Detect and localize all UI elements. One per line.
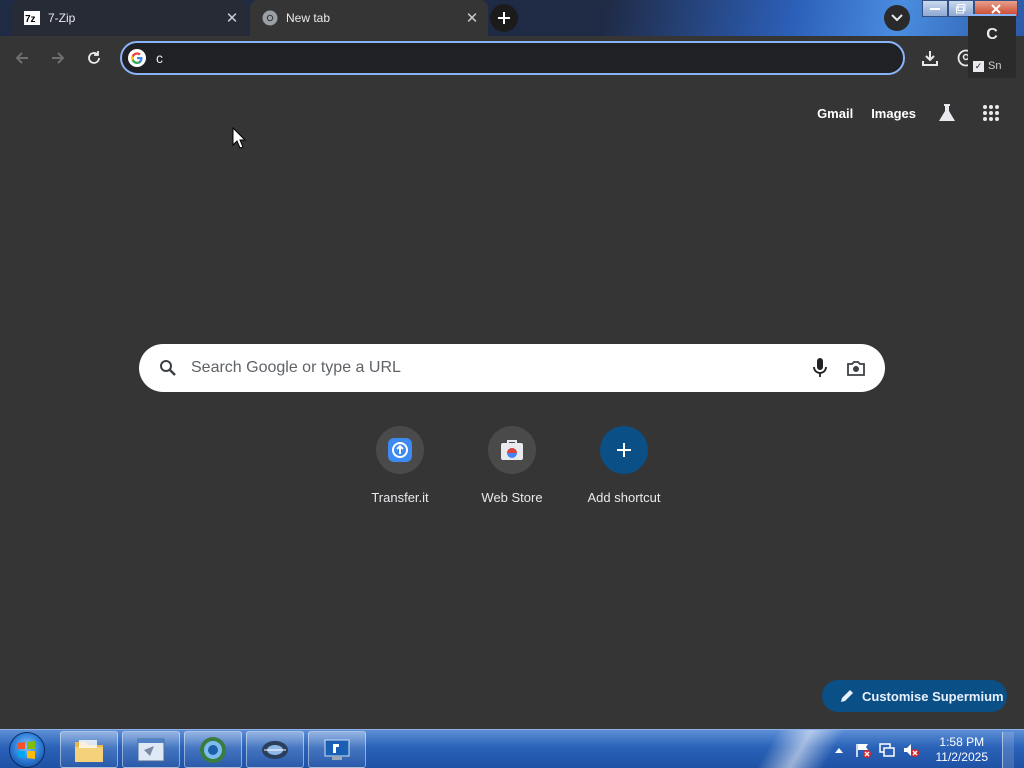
show-desktop-button[interactable] <box>1002 731 1014 768</box>
mouse-cursor-icon <box>232 127 246 149</box>
camera-icon <box>847 361 865 376</box>
shortcut-tile[interactable] <box>376 426 424 474</box>
system-tray: 1:58 PM 11/2/2025 <box>830 730 1014 768</box>
close-icon <box>991 3 1001 14</box>
flask-icon <box>939 104 955 121</box>
shortcut-web-store[interactable]: Web Store <box>456 426 568 505</box>
search-placeholder: Search Google or type a URL <box>191 359 401 376</box>
close-tab-icon[interactable]: ✕ <box>222 8 242 28</box>
pencil-icon <box>840 689 854 703</box>
shortcut-tile[interactable] <box>600 426 648 474</box>
show-hidden-icons-button[interactable] <box>830 741 848 759</box>
shortcut-transfer-it[interactable]: Transfer.it <box>344 426 456 505</box>
ntp-search-box[interactable]: Search Google or type a URL <box>139 344 885 392</box>
taskbar-explorer[interactable] <box>60 731 118 768</box>
network-status-icon[interactable] <box>878 741 896 759</box>
customise-label: Customise Supermium <box>862 688 1004 704</box>
taskbar-chrome[interactable] <box>184 731 242 768</box>
remote-desktop-icon <box>324 739 350 760</box>
back-button[interactable] <box>8 44 36 72</box>
shortcut-tile[interactable] <box>488 426 536 474</box>
windows-logo-icon <box>9 731 45 768</box>
start-button[interactable] <box>4 730 50 768</box>
restore-icon <box>956 3 966 13</box>
plus-icon <box>498 12 510 24</box>
chrome-icon <box>262 10 278 26</box>
image-search-button[interactable] <box>845 357 867 379</box>
transfer-icon <box>388 438 412 462</box>
download-icon <box>922 51 938 66</box>
arrow-right-icon <box>52 52 65 64</box>
tab-title: New tab <box>286 11 331 25</box>
popup-checkbox-label: Sn <box>988 60 1002 72</box>
tab-strip: 7z 7-Zip ✕ New tab ✕ <box>0 0 1024 36</box>
close-tab-icon[interactable]: ✕ <box>462 8 482 28</box>
network-icon <box>262 740 288 759</box>
chevron-down-icon <box>891 14 903 22</box>
explorer-icon <box>75 739 103 762</box>
google-apps-button[interactable] <box>978 100 1004 126</box>
action-center-icon[interactable] <box>854 741 872 759</box>
taskbar-network[interactable] <box>246 731 304 768</box>
customise-button[interactable]: Customise Supermium <box>822 680 1007 712</box>
shortcut-label: Web Store <box>481 490 543 505</box>
arrow-left-icon <box>15 52 28 64</box>
webstore-icon <box>501 440 523 460</box>
downloads-button[interactable] <box>916 44 944 72</box>
images-link[interactable]: Images <box>871 106 916 121</box>
ntp-top-links: Gmail Images <box>817 100 1004 126</box>
7zip-icon: 7z <box>24 10 40 26</box>
reload-button[interactable] <box>80 44 108 72</box>
voice-search-button[interactable] <box>809 357 831 379</box>
popup-letter: C <box>986 26 998 43</box>
windows-taskbar: 1:58 PM 11/2/2025 <box>0 729 1024 768</box>
tab-title: 7-Zip <box>48 11 76 25</box>
volume-muted-icon[interactable] <box>902 741 920 759</box>
triangle-up-icon <box>834 747 843 753</box>
address-input[interactable] <box>156 50 856 66</box>
system-clock[interactable]: 1:58 PM 11/2/2025 <box>936 735 989 765</box>
shortcut-label: Transfer.it <box>371 490 429 505</box>
add-shortcut-button[interactable]: Add shortcut <box>568 426 680 505</box>
apps-grid-icon <box>983 105 999 121</box>
clock-time: 1:58 PM <box>939 734 985 749</box>
gmail-link[interactable]: Gmail <box>817 106 853 121</box>
tab-7zip[interactable]: 7z 7-Zip ✕ <box>12 0 248 36</box>
new-tab-button[interactable] <box>490 4 518 32</box>
minimize-button[interactable] <box>922 0 948 17</box>
microphone-icon <box>813 358 827 377</box>
checkbox-checked-icon[interactable]: ✓ <box>973 60 984 72</box>
chrome-icon <box>200 736 226 763</box>
svg-text:7z: 7z <box>25 14 36 25</box>
minimize-icon <box>930 7 940 10</box>
popup-checkbox-row[interactable]: ✓ Sn <box>973 60 1001 72</box>
tab-search-button[interactable] <box>884 5 910 31</box>
ie-icon <box>137 738 165 761</box>
google-g-icon <box>128 49 146 67</box>
address-bar[interactable] <box>120 41 905 75</box>
browser-toolbar <box>0 36 1024 80</box>
labs-button[interactable] <box>934 100 960 126</box>
shortcut-label: Add shortcut <box>587 490 661 505</box>
forward-button[interactable] <box>44 44 72 72</box>
sticky-popup[interactable]: C ✓ Sn <box>968 14 1016 78</box>
tab-new-tab[interactable]: New tab ✕ <box>250 0 488 36</box>
search-icon <box>160 360 176 376</box>
reload-icon <box>88 51 100 64</box>
plus-icon <box>617 443 631 457</box>
clock-date: 11/2/2025 <box>935 749 989 764</box>
taskbar-remote-desktop[interactable] <box>308 731 366 768</box>
taskbar-ie[interactable] <box>122 731 180 768</box>
